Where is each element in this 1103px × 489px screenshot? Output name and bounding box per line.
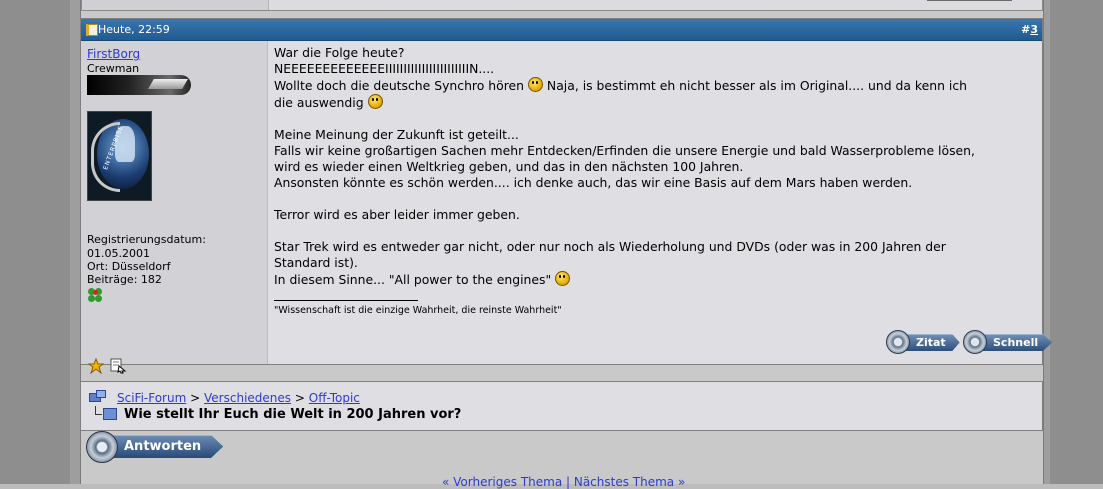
user-title: Crewman <box>87 62 140 75</box>
breadcrumb-separator: > <box>294 391 305 405</box>
message-line: Ansonsten könnte es schön werden.... ich… <box>274 175 913 190</box>
breadcrumb-link-forum[interactable]: SciFi-Forum <box>117 391 186 405</box>
gear-icon <box>886 330 910 354</box>
message-text: Naja, is bestimmt eh nicht besser als im… <box>546 78 968 93</box>
gear-icon <box>963 330 987 354</box>
forum-home-icon[interactable] <box>89 390 106 402</box>
forum-post: Heute, 22:59 #3 FirstBorg Crewman ENTERP… <box>80 18 1053 374</box>
message-line: Meine Meinung der Zukunft ist geteilt... <box>274 127 519 142</box>
reply-button-label: Antworten <box>102 435 224 458</box>
message-text: In diesem Sinne... "All power to the eng… <box>274 272 552 287</box>
reply-button[interactable]: Antworten <box>86 431 224 463</box>
registration-label: Registrierungsdatum: <box>87 233 206 246</box>
post-icon <box>86 24 98 36</box>
message-line: Star Trek wird es entweder gar nicht, od… <box>274 239 946 254</box>
post-number: #3 <box>1021 23 1038 36</box>
gear-icon <box>86 431 118 463</box>
message-text: Wollte doch die deutsche Synchro hören <box>274 78 525 93</box>
registration-date: 01.05.2001 <box>87 247 150 260</box>
page-margin-left <box>0 0 70 484</box>
page-margin-right <box>1050 0 1103 484</box>
post-header: Heute, 22:59 #3 <box>81 19 1042 41</box>
previous-post-user-column <box>82 0 269 10</box>
thread-icon <box>95 406 117 420</box>
breadcrumb-separator: > <box>190 391 201 405</box>
message-line: Wollte doch die deutsche Synchro hören N… <box>274 77 1034 94</box>
message-line: Standard ist). <box>274 255 358 270</box>
message-text: die auswendig <box>274 95 364 110</box>
message-line: War die Folge heute? <box>274 45 405 60</box>
quote-button[interactable]: Zitat <box>886 330 960 354</box>
message-line: wird es wieder einen Weltkrieg geben, un… <box>274 159 744 174</box>
breadcrumb-link-category[interactable]: Verschiedenes <box>204 391 291 405</box>
rank-image <box>87 75 191 95</box>
previous-post-bottom <box>81 0 1043 11</box>
message-line: In diesem Sinne... "All power to the eng… <box>274 271 1034 288</box>
user-profile-icon[interactable] <box>109 357 127 374</box>
thread-navigation-links[interactable]: « Vorheriges Thema | Nächstes Thema » <box>442 475 685 489</box>
message-line: Terror wird es aber leider immer geben. <box>274 207 520 222</box>
breadcrumb: SciFi-Forum > Verschiedenes > Off-Topic <box>117 391 360 405</box>
username-link[interactable]: FirstBorg <box>87 47 140 61</box>
message-line: die auswendig <box>274 94 1034 111</box>
smiley-icon <box>555 271 571 286</box>
quick-reply-button[interactable]: Schnell <box>963 330 1053 354</box>
star-rank-icon[interactable] <box>88 358 104 374</box>
signature-divider <box>274 300 418 301</box>
post-message: War die Folge heute? NEEEEEEEEEEEEEIIIII… <box>274 45 1034 288</box>
message-line: Falls wir keine großartigen Sachen mehr … <box>274 143 975 158</box>
thread-title: Wie stellt Ihr Euch die Welt in 200 Jahr… <box>124 407 462 422</box>
previous-post-mark <box>927 0 1012 1</box>
reputation-icon <box>87 287 103 303</box>
user-post-count: Beiträge: 182 <box>87 273 162 286</box>
smiley-icon <box>527 77 543 92</box>
message-line: NEEEEEEEEEEEEEIIIIIIIIIIIIIIIIIIIIIIIN..… <box>274 61 495 76</box>
post-number-prefix: # <box>1021 23 1031 36</box>
signature: "Wissenschaft ist die einzige Wahrheit, … <box>274 305 562 316</box>
breadcrumb-link-subforum[interactable]: Off-Topic <box>309 391 360 405</box>
navigation-box: SciFi-Forum > Verschiedenes > Off-Topic … <box>80 381 1043 431</box>
post-date: Heute, 22:59 <box>98 23 170 36</box>
avatar: ENTERPRISE <box>87 111 152 201</box>
post-number-link[interactable]: 3 <box>1030 23 1038 36</box>
user-info-column: FirstBorg Crewman ENTERPRISE Registrieru… <box>81 41 268 374</box>
smiley-icon <box>367 94 383 109</box>
user-location: Ort: Düsseldorf <box>87 260 171 273</box>
